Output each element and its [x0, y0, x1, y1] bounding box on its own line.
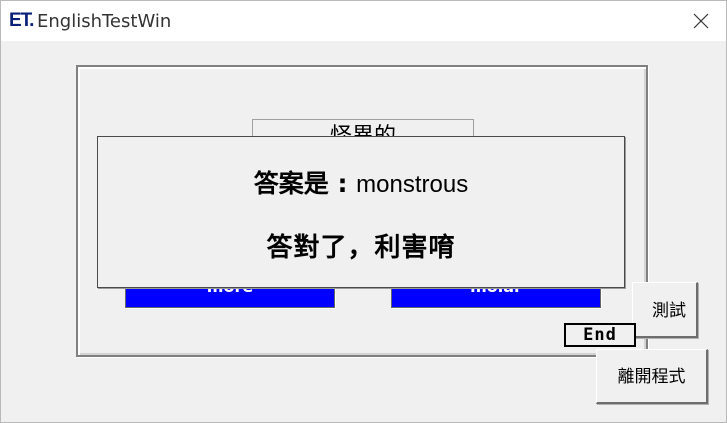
- close-icon: [693, 13, 709, 29]
- answer-label: 答案是 :: [253, 169, 357, 198]
- app-logo: ET.: [9, 10, 34, 31]
- answer-word: monstrous: [356, 171, 469, 198]
- end-button[interactable]: End: [564, 323, 636, 347]
- close-button[interactable]: [676, 1, 726, 41]
- test-button[interactable]: 測試: [632, 282, 698, 338]
- result-message: 答對了，利害唷: [266, 233, 456, 263]
- window-title: EnglishTestWin: [37, 11, 172, 32]
- exit-program-button[interactable]: 離開程式: [596, 349, 708, 404]
- title-bar[interactable]: ET. EnglishTestWin: [1, 1, 726, 41]
- result-dialog: 答案是 : monstrous 答對了，利害唷: [97, 136, 625, 288]
- answer-line: 答案是 : monstrous: [98, 164, 624, 200]
